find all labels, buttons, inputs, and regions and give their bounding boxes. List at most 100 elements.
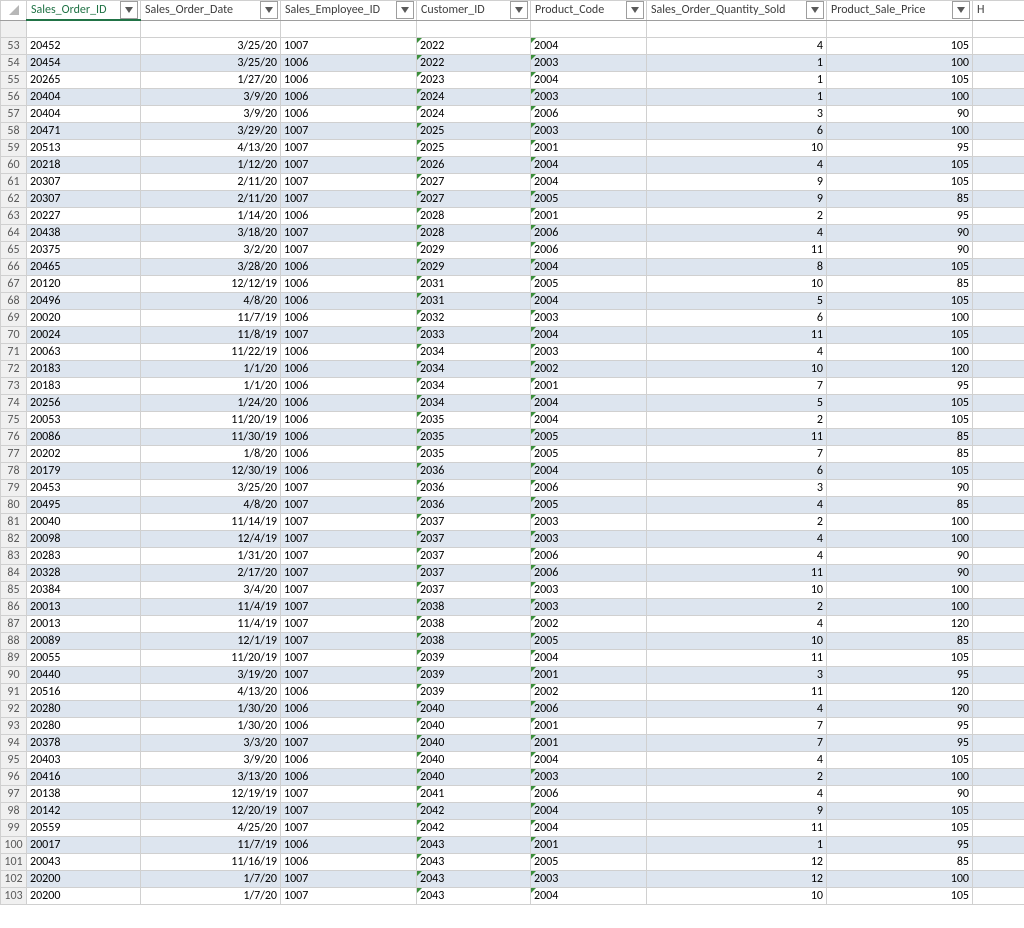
cell[interactable]: 20280	[27, 700, 141, 717]
table-row[interactable]: 672012012/12/191006203120051085	[1, 275, 1024, 292]
cell[interactable]: 2034	[417, 377, 531, 394]
cell[interactable]: 4/13/20	[141, 139, 281, 156]
row-header[interactable]: 100	[1, 836, 27, 853]
cell[interactable]: 2005	[531, 275, 647, 292]
cell[interactable]	[973, 530, 1024, 547]
column-header[interactable]: Product_Code	[531, 1, 647, 21]
row-header[interactable]: 53	[1, 37, 27, 54]
cell[interactable]: 105	[827, 292, 973, 309]
cell[interactable]	[973, 71, 1024, 88]
cell[interactable]: 3/9/20	[141, 105, 281, 122]
cell[interactable]: 1007	[281, 666, 417, 683]
cell[interactable]: 1006	[281, 683, 417, 700]
cell[interactable]: 20086	[27, 428, 141, 445]
cell[interactable]: 20440	[27, 666, 141, 683]
cell[interactable]: 11	[647, 649, 827, 666]
cell[interactable]: 1006	[281, 853, 417, 870]
cell[interactable]: 1006	[281, 445, 417, 462]
cell[interactable]: 85	[827, 190, 973, 207]
table-row[interactable]: 56204043/9/201006202420031100	[1, 88, 1024, 105]
cell[interactable]: 1007	[281, 190, 417, 207]
cell[interactable]: 1006	[281, 411, 417, 428]
cell[interactable]: 11/7/19	[141, 836, 281, 853]
cell[interactable]: 20013	[27, 598, 141, 615]
cell[interactable]: 1/12/20	[141, 156, 281, 173]
column-header[interactable]: Product_Sale_Price	[827, 1, 973, 21]
cell[interactable]: 1006	[281, 717, 417, 734]
cell[interactable]: 2001	[531, 734, 647, 751]
cell[interactable]: 11/20/19	[141, 649, 281, 666]
cell[interactable]: 3	[647, 479, 827, 496]
cell[interactable]: 7	[647, 445, 827, 462]
table-row[interactable]: 60202181/12/201007202620044105	[1, 156, 1024, 173]
cell[interactable]: 2001	[531, 207, 647, 224]
table-row[interactable]: 55202651/27/201006202320041105	[1, 71, 1024, 88]
filter-dropdown-icon[interactable]	[120, 1, 138, 19]
table-row[interactable]: 57204043/9/20100620242006390	[1, 105, 1024, 122]
cell[interactable]: 10	[647, 360, 827, 377]
cell[interactable]: 1006	[281, 751, 417, 768]
cell[interactable]: 2032	[417, 309, 531, 326]
cell[interactable]: 90	[827, 241, 973, 258]
cell[interactable]: 85	[827, 445, 973, 462]
cell[interactable]: 20471	[27, 122, 141, 139]
cell[interactable]: 10	[647, 632, 827, 649]
cell[interactable]: 20098	[27, 530, 141, 547]
table-row[interactable]: 62203072/11/20100720272005985	[1, 190, 1024, 207]
cell[interactable]: 6	[647, 309, 827, 326]
row-header[interactable]: 68	[1, 292, 27, 309]
cell[interactable]: 3/29/20	[141, 122, 281, 139]
table-row[interactable]: 83202831/31/20100720372006490	[1, 547, 1024, 564]
cell[interactable]: 1006	[281, 207, 417, 224]
row-header[interactable]	[1, 20, 27, 37]
cell[interactable]: 2043	[417, 887, 531, 904]
cell[interactable]: 1006	[281, 258, 417, 275]
cell[interactable]: 2003	[531, 88, 647, 105]
cell[interactable]: 3	[647, 105, 827, 122]
cell[interactable]: 3/3/20	[141, 734, 281, 751]
cell[interactable]	[973, 479, 1024, 496]
cell[interactable]: 20227	[27, 207, 141, 224]
cell[interactable]: 2004	[531, 751, 647, 768]
cell[interactable]	[973, 105, 1024, 122]
table-row[interactable]: 782017912/30/191006203620046105	[1, 462, 1024, 479]
cell[interactable]: 7	[647, 717, 827, 734]
cell[interactable]: 2	[647, 513, 827, 530]
cell[interactable]: 105	[827, 37, 973, 54]
cell[interactable]: 11	[647, 819, 827, 836]
cell[interactable]: 4	[647, 547, 827, 564]
cell[interactable]: 20265	[27, 71, 141, 88]
cell[interactable]: 105	[827, 751, 973, 768]
cell[interactable]: 2034	[417, 394, 531, 411]
row-header[interactable]: 54	[1, 54, 27, 71]
cell[interactable]	[973, 445, 1024, 462]
cell[interactable]	[973, 275, 1024, 292]
cell[interactable]: 20024	[27, 326, 141, 343]
cell[interactable]: 100	[827, 530, 973, 547]
cell[interactable]: 3/13/20	[141, 768, 281, 785]
table-row[interactable]: 892005511/20/1910072039200411105	[1, 649, 1024, 666]
cell[interactable]: 85	[827, 428, 973, 445]
cell[interactable]: 3/25/20	[141, 37, 281, 54]
cell[interactable]: 4	[647, 224, 827, 241]
cell[interactable]: 7	[647, 734, 827, 751]
table-row[interactable]: 61203072/11/201007202720049105	[1, 173, 1024, 190]
cell[interactable]: 20438	[27, 224, 141, 241]
cell[interactable]	[973, 547, 1024, 564]
cell[interactable]: 90	[827, 224, 973, 241]
cell[interactable]: 2038	[417, 632, 531, 649]
row-header[interactable]: 78	[1, 462, 27, 479]
cell[interactable]: 1/31/20	[141, 547, 281, 564]
cell[interactable]: 100	[827, 309, 973, 326]
cell[interactable]: 1006	[281, 377, 417, 394]
cell[interactable]: 2001	[531, 377, 647, 394]
cell[interactable]: 9	[647, 190, 827, 207]
cell[interactable]: 2037	[417, 547, 531, 564]
cell[interactable]: 2004	[531, 649, 647, 666]
column-header[interactable]: Sales_Order_ID	[27, 1, 141, 21]
cell[interactable]: 1/14/20	[141, 207, 281, 224]
cell[interactable]: 12/1/19	[141, 632, 281, 649]
cell[interactable]: 2034	[417, 360, 531, 377]
cell[interactable]: 100	[827, 54, 973, 71]
cell[interactable]: 100	[827, 513, 973, 530]
